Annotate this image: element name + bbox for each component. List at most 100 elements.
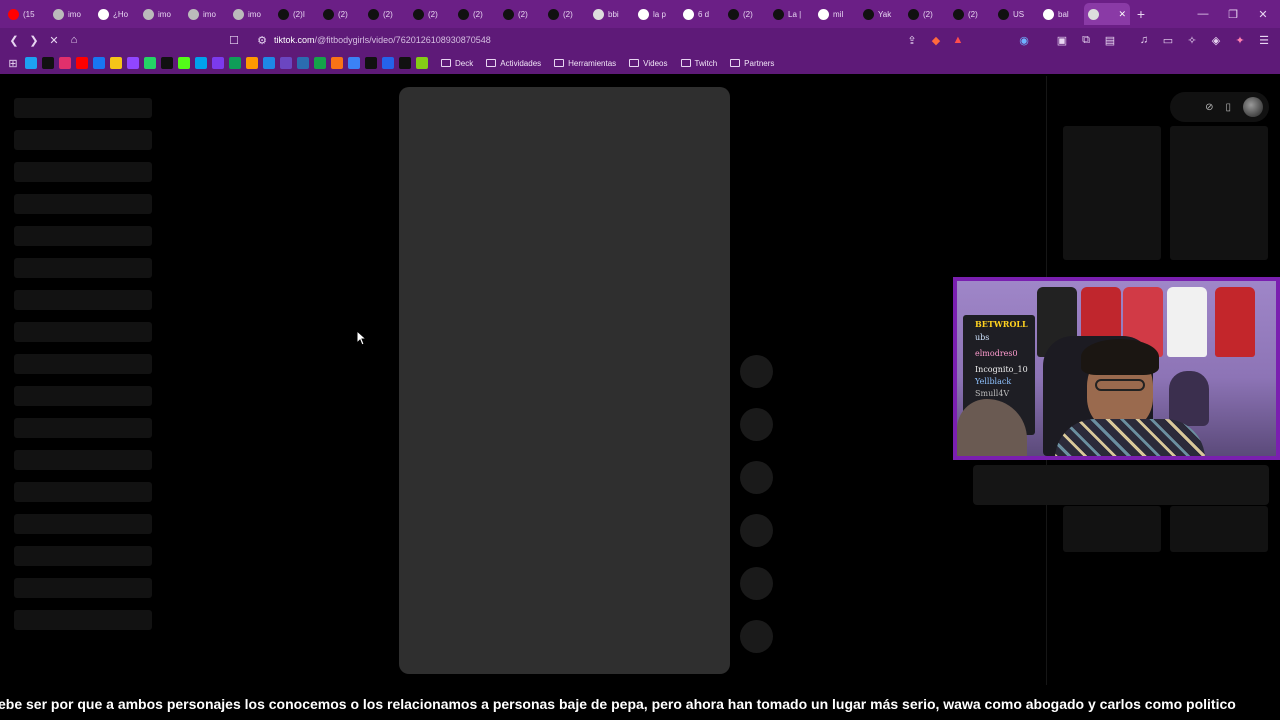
new-tab-button[interactable]: +	[1130, 3, 1152, 25]
video-placeholder[interactable]	[399, 87, 730, 674]
bookmark-favicon-icon[interactable]	[416, 57, 428, 69]
browser-tab[interactable]: bal	[1039, 3, 1084, 25]
avatar[interactable]	[1243, 97, 1263, 117]
browser-tab[interactable]: ✕	[1084, 3, 1130, 25]
bookmark-favicon-icon[interactable]	[229, 57, 241, 69]
extension-icon[interactable]: ◉	[1014, 30, 1034, 50]
menu-icon[interactable]: ☰	[1254, 30, 1274, 50]
bookmark-folder[interactable]: Videos	[629, 59, 668, 68]
thumbnail-placeholder[interactable]	[1170, 126, 1268, 260]
extension-icon[interactable]: ▣	[1052, 30, 1072, 50]
extension-icon[interactable]: ⧉	[1076, 30, 1096, 50]
device-icon[interactable]: ▯	[1225, 102, 1231, 113]
close-window-button[interactable]: ✕	[1248, 0, 1278, 28]
bookmark-folder[interactable]: Deck	[441, 59, 473, 68]
brave-rewards-icon[interactable]: ▲	[948, 30, 968, 50]
bookmark-favicon-icon[interactable]	[212, 57, 224, 69]
bookmark-favicon-icon[interactable]	[280, 57, 292, 69]
browser-tab[interactable]: La |	[769, 3, 814, 25]
bookmark-favicon-icon[interactable]	[331, 57, 343, 69]
threads-icon	[98, 8, 109, 20]
thumbnail-placeholder[interactable]	[1063, 126, 1161, 260]
browser-tab[interactable]: US	[994, 3, 1039, 25]
browser-tab[interactable]: imo	[49, 3, 94, 25]
wallet-icon[interactable]: ▭	[1158, 30, 1178, 50]
stop-loading-icon[interactable]: ✕	[44, 30, 64, 50]
home-icon[interactable]: ⌂	[64, 30, 84, 50]
bookmark-favicon-icon[interactable]	[399, 57, 411, 69]
thumbnail-placeholder[interactable]	[1170, 506, 1268, 552]
bookmark-folder[interactable]: Twitch	[680, 59, 717, 68]
media-icon[interactable]: ♫	[1134, 30, 1154, 50]
bookmark-favicon-icon[interactable]	[144, 57, 156, 69]
ai-icon[interactable]: ✦	[1230, 30, 1250, 50]
browser-tab[interactable]: imo	[184, 3, 229, 25]
nav-skeleton-item	[14, 290, 152, 310]
browser-tab[interactable]: imo	[139, 3, 184, 25]
bookmark-favicon-icon[interactable]	[246, 57, 258, 69]
site-info-icon[interactable]: ⚙	[252, 30, 272, 50]
browser-tab[interactable]: (2)	[409, 3, 454, 25]
extension-icon[interactable]: ▤	[1100, 30, 1120, 50]
bookmark-favicon-icon[interactable]	[93, 57, 105, 69]
address-url[interactable]: tiktok.com/@fitbodygirls/video/762012610…	[274, 35, 491, 45]
maximize-button[interactable]: ❐	[1218, 0, 1248, 28]
browser-tab[interactable]: (2)	[319, 3, 364, 25]
close-tab-icon[interactable]: ✕	[1118, 9, 1126, 20]
browser-tab[interactable]: bbi	[589, 3, 634, 25]
share-icon[interactable]: ⇪	[902, 30, 922, 50]
vpn-icon[interactable]: ◈	[1206, 30, 1226, 50]
brave-shields-icon[interactable]: ◆	[926, 30, 946, 50]
puzzle-icon[interactable]: ✧	[1182, 30, 1202, 50]
apps-grid-icon[interactable]: ⊞	[6, 53, 20, 73]
bookmark-favicon-icon[interactable]	[297, 57, 309, 69]
browser-tab[interactable]: (2)	[904, 3, 949, 25]
minimize-button[interactable]: —	[1188, 0, 1218, 28]
browser-tab[interactable]: (2)	[364, 3, 409, 25]
browser-tab[interactable]: (2)	[544, 3, 589, 25]
action-button-placeholder[interactable]	[740, 620, 773, 653]
action-button-placeholder[interactable]	[740, 408, 773, 441]
bookmark-favicon-icon[interactable]	[348, 57, 360, 69]
bookmark-folder[interactable]: Actividades	[486, 59, 541, 68]
browser-tab[interactable]: 6 d	[679, 3, 724, 25]
bookmark-favicon-icon[interactable]	[314, 57, 326, 69]
back-icon[interactable]: ❮	[4, 30, 24, 50]
bookmark-favicon-icon[interactable]	[76, 57, 88, 69]
action-button-placeholder[interactable]	[740, 567, 773, 600]
browser-tab[interactable]: (2)	[724, 3, 769, 25]
bookmark-folder[interactable]: Partners	[730, 59, 774, 68]
browser-tab[interactable]: (2)I	[274, 3, 319, 25]
thumbnail-placeholder[interactable]	[1063, 506, 1161, 552]
bookmark-favicon-icon[interactable]	[178, 57, 190, 69]
bookmark-favicon-icon[interactable]	[263, 57, 275, 69]
browser-tab[interactable]: (2)	[949, 3, 994, 25]
browser-tab[interactable]: (2)	[499, 3, 544, 25]
forward-icon[interactable]: ❯	[24, 30, 44, 50]
browser-tab[interactable]: (2)	[454, 3, 499, 25]
browser-tab[interactable]: Yak	[859, 3, 904, 25]
bookmark-favicon-icon[interactable]	[127, 57, 139, 69]
bookmark-favicon-icon[interactable]	[382, 57, 394, 69]
action-button-placeholder[interactable]	[740, 355, 773, 388]
messages-icon[interactable]: ⊘	[1205, 102, 1213, 113]
bookmark-favicon-icon[interactable]	[25, 57, 37, 69]
bookmark-favicon-icon[interactable]	[42, 57, 54, 69]
bookmark-favicon-icon[interactable]	[161, 57, 173, 69]
action-button-placeholder[interactable]	[740, 514, 773, 547]
nav-skeleton-item	[14, 418, 152, 438]
browser-tab[interactable]: ¿Ho	[94, 3, 139, 25]
bookmark-favicon-icon[interactable]	[110, 57, 122, 69]
address-bar[interactable]: ⚙ tiktok.com/@fitbodygirls/video/7620126…	[250, 30, 970, 50]
bookmark-page-icon[interactable]: ☐	[224, 30, 244, 50]
browser-tab[interactable]: la p	[634, 3, 679, 25]
tab-label: La |	[788, 9, 802, 19]
browser-tab[interactable]: (15	[4, 3, 49, 25]
action-button-placeholder[interactable]	[740, 461, 773, 494]
bookmark-favicon-icon[interactable]	[365, 57, 377, 69]
browser-tab[interactable]: imo	[229, 3, 274, 25]
bookmark-folder[interactable]: Herramientas	[554, 59, 616, 68]
bookmark-favicon-icon[interactable]	[195, 57, 207, 69]
browser-tab[interactable]: mil	[814, 3, 859, 25]
bookmark-favicon-icon[interactable]	[59, 57, 71, 69]
